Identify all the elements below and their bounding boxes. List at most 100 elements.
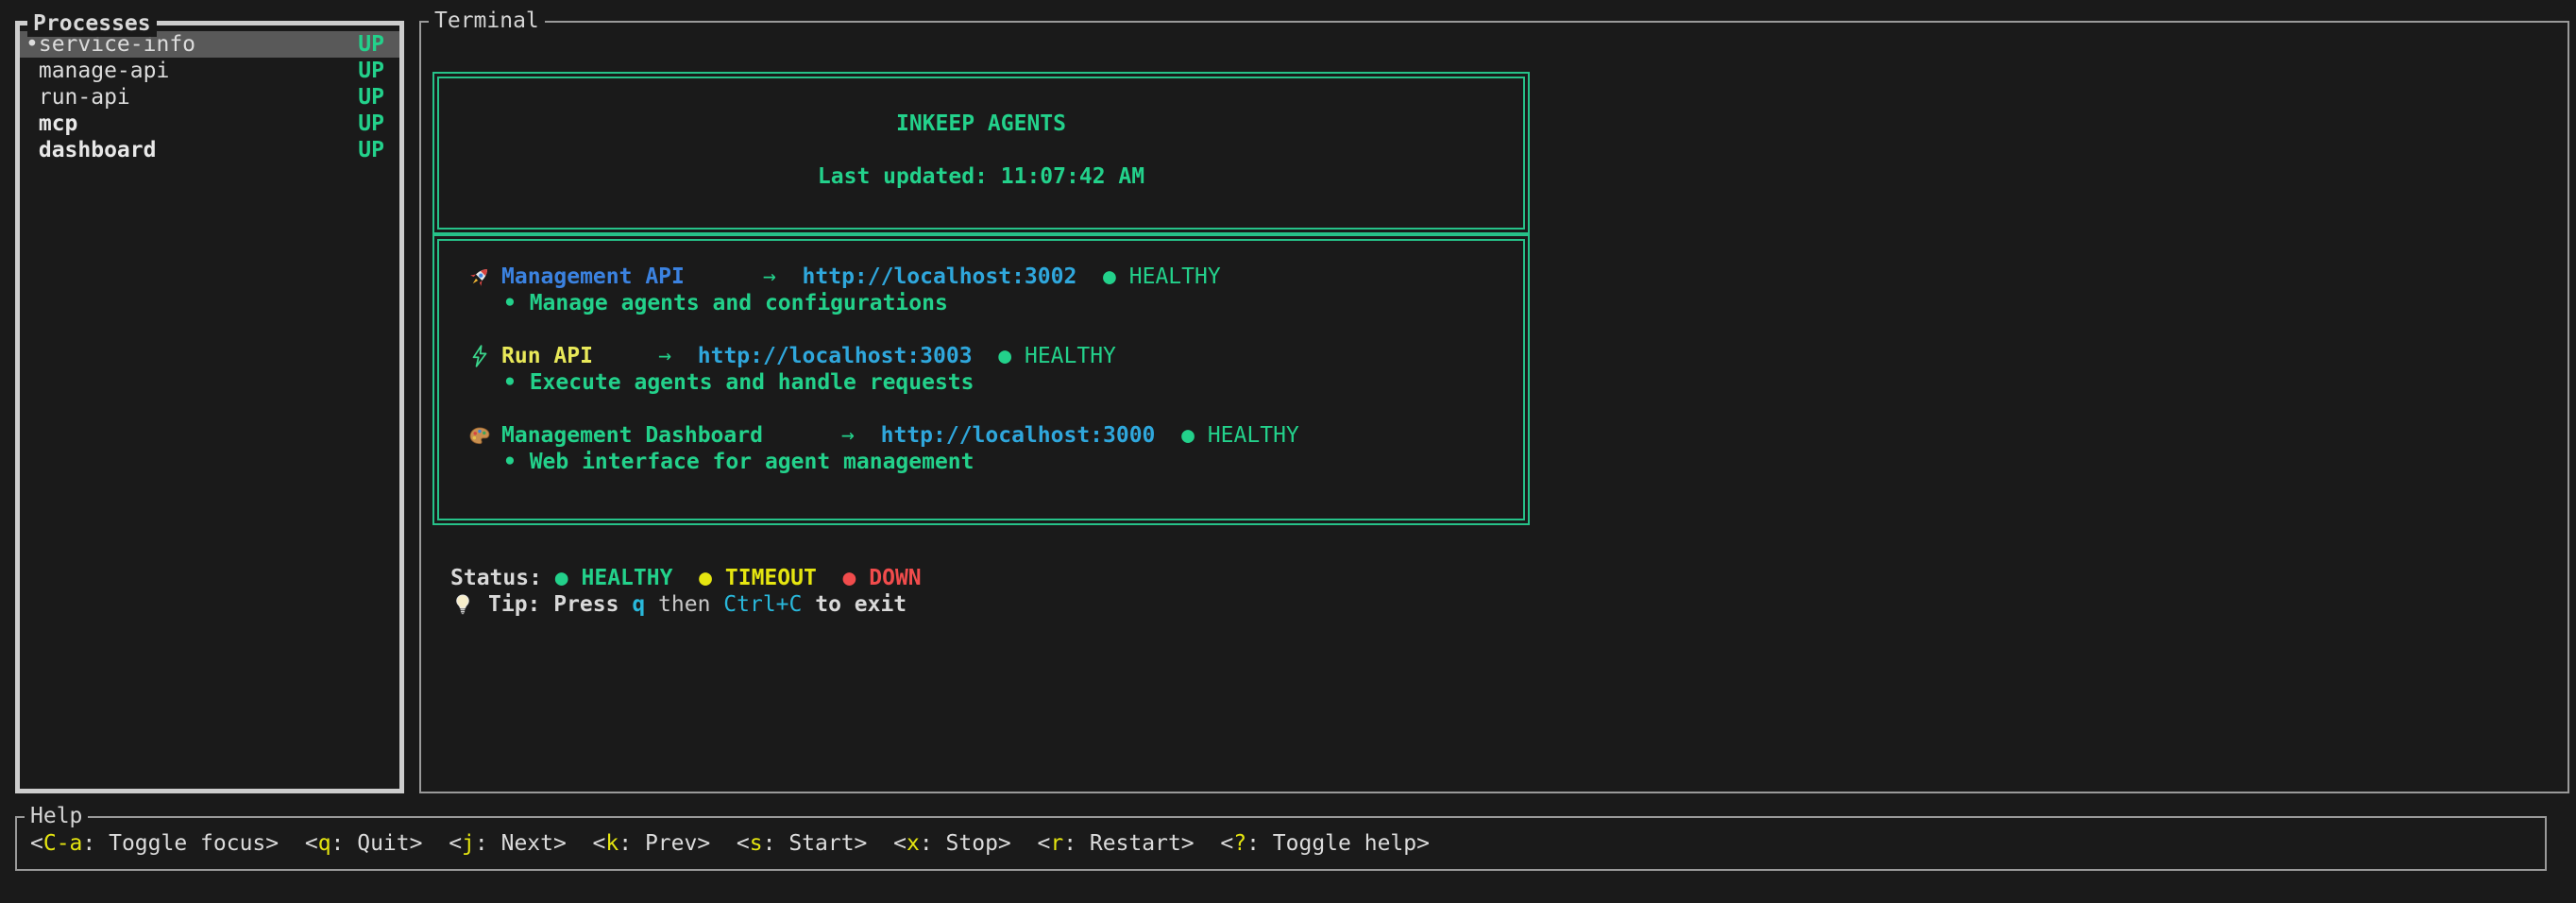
help-item-start: <s: Start> (737, 830, 868, 857)
service-health-status: HEALTHY (1025, 343, 1116, 369)
service-pad (763, 422, 841, 449)
service-url[interactable]: http://localhost:3003 (698, 343, 973, 369)
help-key: x (907, 831, 920, 856)
legend-dot-icon: ● (843, 565, 856, 591)
status-legend-label: Status: (450, 565, 542, 591)
tip-segment: Tip: Press (488, 591, 632, 618)
process-status-badge: UP (358, 58, 384, 84)
help-bracket: < (305, 831, 318, 856)
help-bracket: < (893, 831, 907, 856)
help-item-toggle-focus: <C-a: Toggle focus> (30, 830, 279, 857)
help-label: : Prev> (619, 831, 710, 856)
blank-line (467, 316, 1523, 343)
legend-spacer (922, 565, 935, 591)
blank-line (467, 396, 1523, 422)
health-dot-icon: ● (1181, 422, 1195, 449)
process-status-badge: UP (358, 137, 384, 163)
help-spacer (710, 830, 737, 857)
tip-segment: Ctrl+C (723, 591, 802, 618)
zap-icon (467, 344, 492, 368)
help-key: q (318, 831, 331, 856)
arrow-right-icon: → (763, 264, 776, 290)
last-updated-text: Last updated: 11:07:42 AM (439, 163, 1523, 190)
process-row-manage-api[interactable]: manage-apiUP (20, 58, 399, 84)
help-keybindings: <C-a: Toggle focus> <q: Quit> <j: Next> … (17, 818, 2545, 869)
tip-segment: to exit (802, 591, 907, 618)
help-bracket: < (1220, 831, 1233, 856)
legend-spacer (542, 565, 555, 591)
process-row-mcp[interactable]: mcpUP (20, 111, 399, 137)
legend-spacer (672, 565, 686, 591)
service-pad (776, 264, 803, 290)
legend-dot-icon: ● (699, 565, 712, 591)
service-health-status: HEALTHY (1208, 422, 1299, 449)
help-bracket: < (449, 831, 462, 856)
service-url[interactable]: http://localhost:3002 (803, 264, 1077, 290)
legend-label-healthy: HEALTHY (582, 565, 673, 591)
bulb-icon (450, 592, 475, 617)
help-label: : Toggle help> (1246, 831, 1430, 856)
service-pad (855, 422, 881, 449)
help-label: : Quit> (331, 831, 423, 856)
process-status-badge: UP (358, 84, 384, 111)
help-key: ? (1233, 831, 1246, 856)
help-bracket: < (593, 831, 606, 856)
health-dot-icon: ● (998, 343, 1011, 369)
processes-panel: Processes •service-infoUP manage-apiUP r… (15, 21, 404, 793)
palette-icon (467, 423, 492, 448)
service-pad (593, 343, 658, 369)
process-name: dashboard (25, 137, 358, 163)
help-key: r (1050, 831, 1063, 856)
help-label: : Stop> (920, 831, 1011, 856)
service-name: Management API (501, 264, 685, 290)
agents-title: INKEEP AGENTS (439, 111, 1523, 137)
process-list: •service-infoUP manage-apiUP run-apiUP m… (20, 31, 399, 163)
service-line: Run API → http://localhost:3003 ● HEALTH… (467, 343, 1523, 369)
help-panel: Help <C-a: Toggle focus> <q: Quit> <j: N… (15, 816, 2547, 871)
processes-panel-title: Processes (27, 10, 157, 37)
process-status-badge: UP (358, 31, 384, 58)
service-health-status: HEALTHY (1129, 264, 1221, 290)
legend-spacer (686, 565, 699, 591)
app-root: { "colors": { "bg": "#1a1a1a", "green": … (0, 0, 2576, 903)
service-pad (973, 343, 999, 369)
service-description: • Execute agents and handle requests (503, 369, 1523, 396)
legend-spacer (712, 565, 725, 591)
help-label: : Toggle focus> (82, 831, 279, 856)
help-item-stop: <x: Stop> (893, 830, 1011, 857)
service-name: Management Dashboard (501, 422, 763, 449)
help-key: s (750, 831, 763, 856)
process-row-dashboard[interactable]: dashboardUP (20, 137, 399, 163)
service-url[interactable]: http://localhost:3000 (881, 422, 1156, 449)
help-spacer (1195, 830, 1221, 857)
health-dot-icon: ● (1103, 264, 1116, 290)
help-item-toggle-help: <?: Toggle help> (1220, 830, 1430, 857)
help-item-quit: <q: Quit> (305, 830, 423, 857)
service-pad (1195, 422, 1208, 449)
help-bracket: < (737, 831, 750, 856)
help-label: : Next> (475, 831, 567, 856)
process-name: run-api (25, 84, 358, 111)
help-panel-title: Help (25, 803, 88, 829)
help-item-restart: <r: Restart> (1037, 830, 1194, 857)
terminal-viewport[interactable]: INKEEP AGENTS Last updated: 11:07:42 AM … (421, 23, 2568, 792)
legend-spacer (817, 565, 830, 591)
services-box: Management API → http://localhost:3002 ●… (432, 234, 1530, 525)
help-key: j (462, 831, 475, 856)
service-pad (671, 343, 698, 369)
help-spacer (422, 830, 449, 857)
service-pad (1076, 264, 1103, 290)
agents-header-box: INKEEP AGENTS Last updated: 11:07:42 AM (432, 72, 1530, 234)
tip-segment: then (645, 591, 723, 618)
arrow-right-icon: → (658, 343, 671, 369)
help-item-next: <j: Next> (449, 830, 567, 857)
process-row-run-api[interactable]: run-apiUP (20, 84, 399, 111)
process-name: mcp (25, 111, 358, 137)
service-name: Run API (501, 343, 593, 369)
help-item-prev: <k: Prev> (593, 830, 711, 857)
service-line: Management API → http://localhost:3002 ●… (467, 264, 1523, 290)
legend-spacer (568, 565, 582, 591)
terminal-panel: Terminal INKEEP AGENTS Last updated: 11:… (419, 21, 2569, 793)
service-pad (1155, 422, 1181, 449)
tip-segment: q (632, 591, 645, 618)
